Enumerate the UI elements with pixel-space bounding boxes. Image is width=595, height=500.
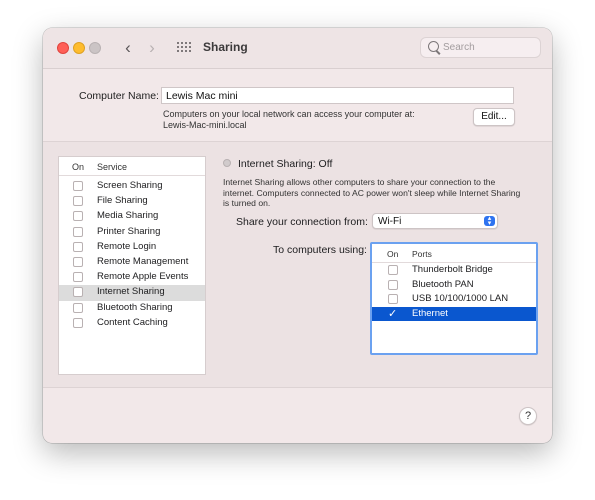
service-label: Media Sharing	[97, 210, 159, 222]
service-row[interactable]: Media Sharing	[59, 209, 205, 224]
service-row[interactable]: Internet Sharing	[59, 285, 205, 301]
port-row[interactable]: USB 10/100/1000 LAN	[372, 292, 536, 307]
share-from-label: Share your connection from:	[236, 216, 368, 228]
local-hostname: Lewis-Mac-mini.local	[163, 120, 247, 130]
port-label: Thunderbolt Bridge	[412, 264, 493, 275]
computer-name-field[interactable]	[161, 87, 514, 104]
service-checkbox[interactable]	[73, 317, 83, 328]
port-row[interactable]: Bluetooth PAN	[372, 278, 536, 293]
sharing-status-title: Internet Sharing: Off	[238, 158, 333, 170]
port-checkbox[interactable]	[388, 279, 398, 290]
service-row[interactable]: File Sharing	[59, 194, 205, 209]
popup-arrows-icon: ▴ ▾	[484, 215, 495, 227]
port-label: Bluetooth PAN	[412, 278, 474, 290]
service-checkbox[interactable]	[73, 196, 83, 207]
service-column-header: Service	[97, 162, 128, 172]
service-label: Internet Sharing	[97, 286, 165, 298]
bottom-divider	[43, 387, 552, 388]
computer-name-label: Computer Name:	[79, 90, 159, 102]
service-checkbox[interactable]	[73, 256, 83, 267]
service-checkbox[interactable]	[73, 302, 83, 313]
sharing-description: Internet Sharing allows other computers …	[223, 177, 521, 208]
service-list-header: On Service	[59, 157, 205, 176]
port-checkbox[interactable]	[388, 265, 398, 275]
search-input[interactable]	[443, 41, 533, 54]
service-label: File Sharing	[97, 195, 148, 207]
service-row[interactable]: Remote Management	[59, 255, 205, 270]
window-title: Sharing	[203, 40, 248, 54]
service-checkbox[interactable]	[73, 211, 83, 222]
on-column-header: On	[72, 162, 85, 172]
port-checkbox[interactable]	[388, 294, 398, 304]
service-row[interactable]: Remote Login	[59, 240, 205, 255]
share-from-popup[interactable]: Wi-Fi ▴ ▾	[372, 213, 498, 229]
zoom-button[interactable]	[89, 42, 101, 54]
service-checkbox[interactable]	[73, 181, 83, 191]
share-from-value: Wi-Fi	[378, 216, 402, 227]
service-row[interactable]: Remote Apple Events	[59, 270, 205, 285]
service-row[interactable]: Printer Sharing	[59, 225, 205, 240]
show-all-grid-icon[interactable]	[177, 42, 191, 54]
ports-list-header: On Ports	[372, 244, 536, 263]
title-bar: ‹ › Sharing	[43, 28, 552, 69]
service-row[interactable]: Content Caching	[59, 316, 205, 331]
minimize-button[interactable]	[73, 42, 85, 54]
service-checkbox[interactable]	[73, 241, 83, 252]
service-label: Remote Login	[97, 240, 157, 252]
search-icon	[428, 41, 439, 52]
service-rows: Screen Sharing File Sharing Media Sharing P…	[59, 179, 205, 331]
edit-hostname-button[interactable]: Edit...	[473, 108, 515, 126]
service-checkbox[interactable]	[73, 226, 83, 237]
close-button[interactable]	[57, 42, 69, 54]
ports-on-column-header: On	[387, 249, 399, 259]
chevron-right-icon[interactable]: ›	[143, 38, 161, 58]
status-indicator-icon	[223, 159, 231, 167]
service-label: Bluetooth Sharing	[97, 301, 173, 313]
ports-column-header: Ports	[412, 249, 432, 259]
port-label: Ethernet	[412, 307, 448, 319]
checkmark-icon[interactable]: ✓	[388, 307, 400, 321]
service-label: Screen Sharing	[97, 180, 163, 191]
search-field[interactable]	[420, 37, 541, 58]
service-label: Remote Management	[97, 255, 189, 267]
service-checkbox[interactable]	[73, 287, 83, 298]
service-list: On Service Screen Sharing File Sharing Med…	[58, 156, 206, 375]
ports-list[interactable]: On Ports Thunderbolt Bridge Bluetooth PAN…	[370, 242, 538, 355]
service-label: Remote Apple Events	[97, 271, 189, 283]
computer-name-help-text: Computers on your local network can acce…	[163, 109, 415, 119]
to-computers-label: To computers using:	[273, 244, 367, 256]
sharing-window: ‹ › Sharing Computer Name: Computers on …	[43, 28, 552, 443]
port-row[interactable]: Thunderbolt Bridge	[372, 263, 536, 278]
service-checkbox[interactable]	[73, 272, 83, 283]
ports-rows: Thunderbolt Bridge Bluetooth PAN USB 10/10…	[372, 263, 536, 321]
help-button[interactable]: ?	[519, 407, 537, 425]
service-row[interactable]: Screen Sharing	[59, 179, 205, 194]
service-row[interactable]: Bluetooth Sharing	[59, 301, 205, 316]
service-label: Printer Sharing	[97, 225, 161, 237]
chevron-left-icon[interactable]: ‹	[119, 38, 137, 58]
port-row[interactable]: ✓ Ethernet	[372, 306, 536, 321]
service-label: Content Caching	[97, 316, 168, 328]
port-label: USB 10/100/1000 LAN	[412, 293, 509, 304]
